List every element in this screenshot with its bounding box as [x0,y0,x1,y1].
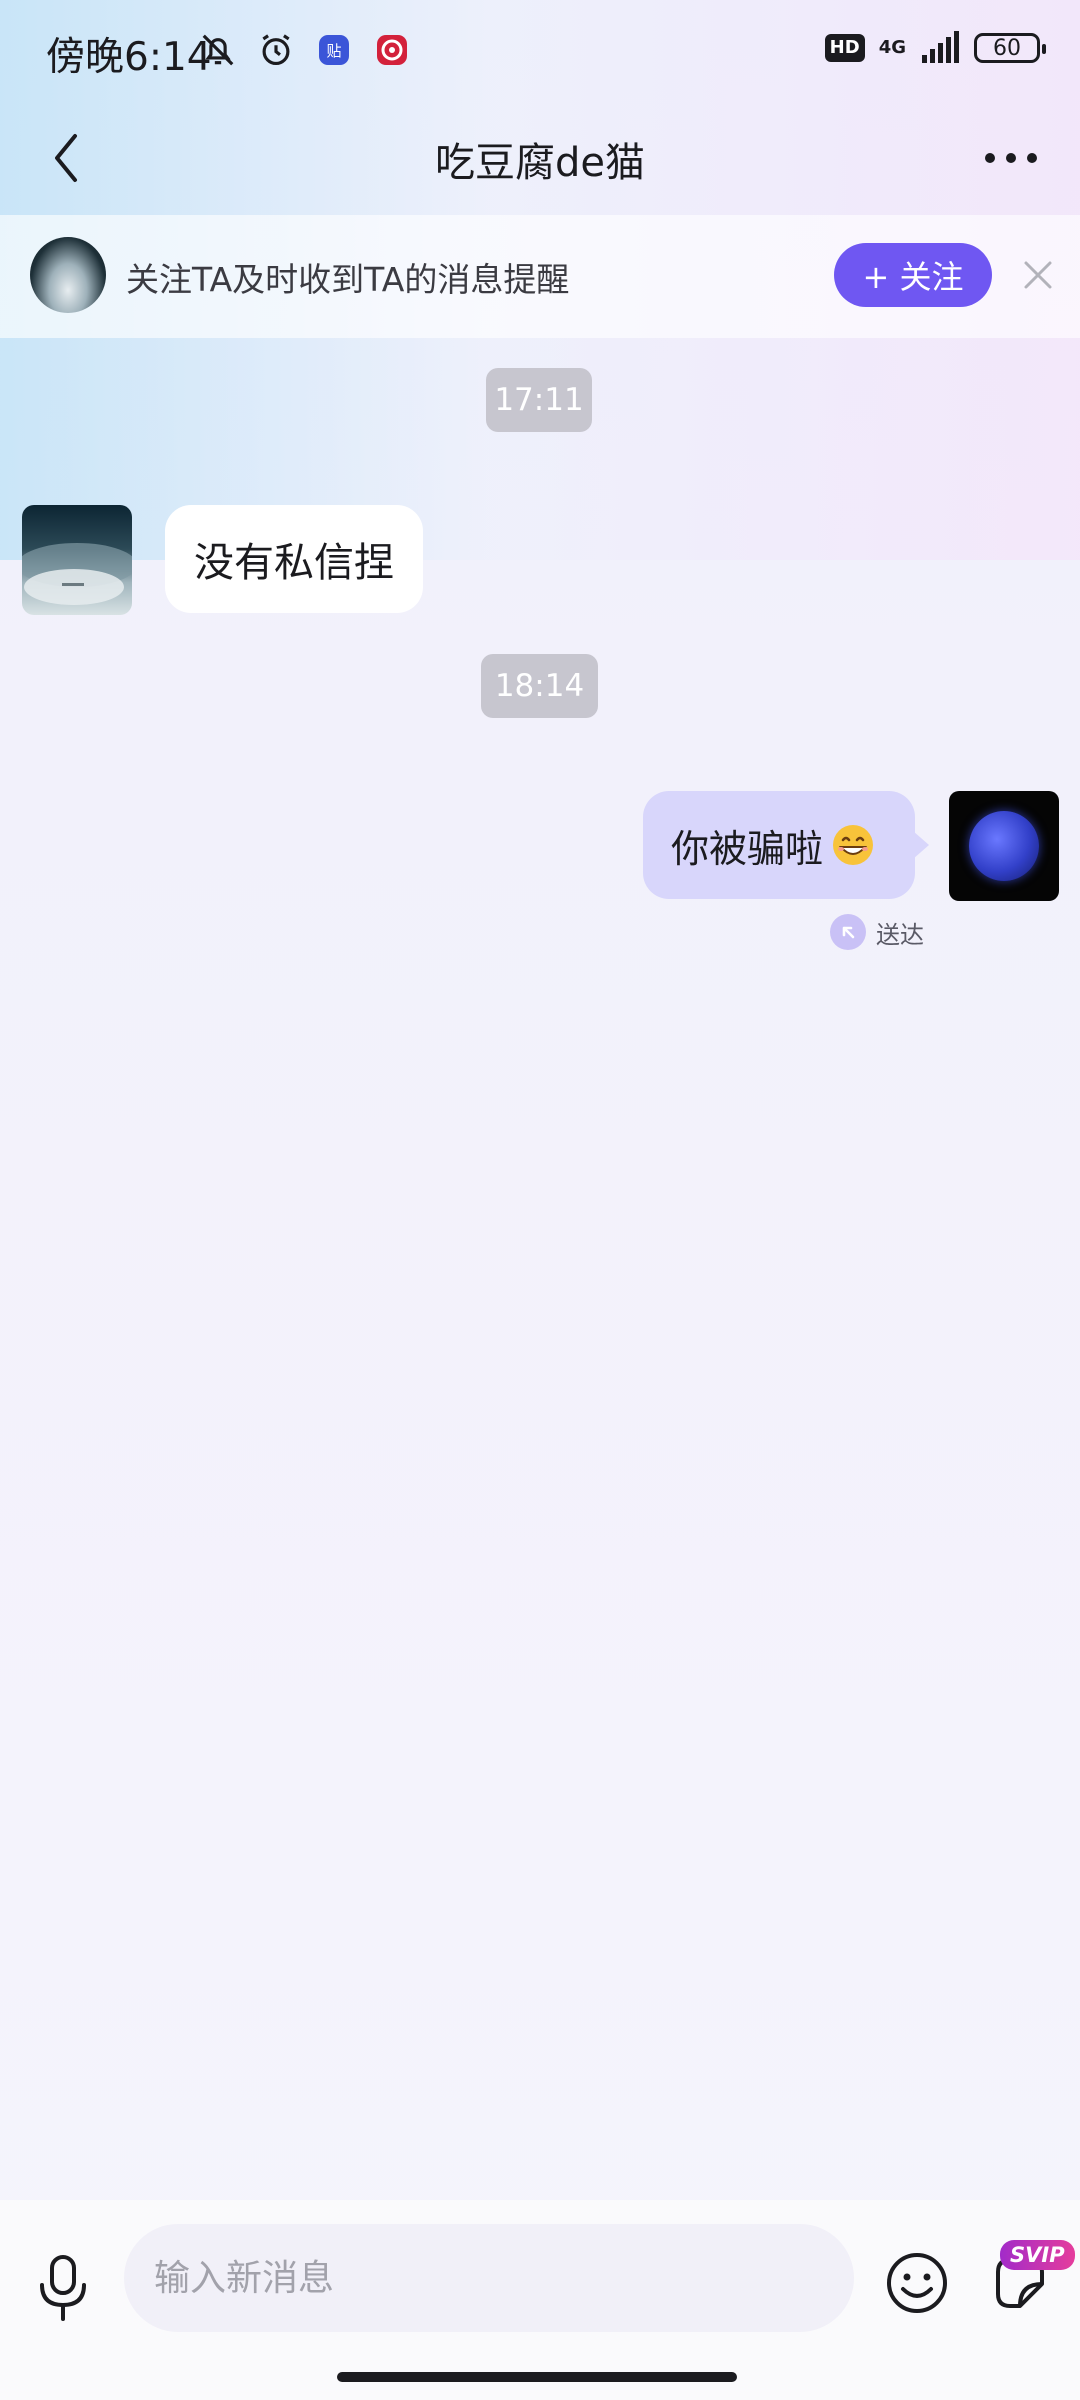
avatar[interactable] [30,237,106,313]
time-divider: 17:11 [486,368,592,432]
tieba-icon: 贴 [314,30,354,70]
page-title: 吃豆腐de猫 [435,140,645,186]
planet-image-icon [969,811,1039,881]
arrow-up-left-icon [830,914,866,950]
home-indicator[interactable] [337,2372,737,2382]
status-time: 傍晚6:14 [46,35,212,80]
incoming-message[interactable]: 没有私信捏 [165,505,423,613]
app-icon [372,30,412,70]
grinning-emoji-icon [833,825,874,865]
outgoing-message[interactable]: 你被骗啦 [643,791,929,899]
battery-icon: 60 [974,33,1046,63]
smiley-icon [887,2253,947,2313]
status-bar: 傍晚6:14 贴 HD 4G 60 [0,0,1080,108]
delivery-status: 送达 [830,914,924,950]
bell-muted-icon [198,30,238,70]
contact-avatar[interactable] [22,505,132,615]
svip-badge: SVIP [1000,2240,1075,2270]
chat-header: 吃豆腐de猫 [0,108,1080,208]
svg-text:贴: 贴 [326,42,341,60]
close-icon [1024,261,1052,289]
microphone-icon [40,2255,86,2321]
cloud-image-icon [22,543,132,605]
follow-hint-text: 关注TA及时收到TA的消息提醒 [126,260,570,299]
hd-badge: HD [824,34,865,62]
status-icons: 贴 [198,30,412,70]
time-divider: 18:14 [481,654,598,718]
follow-banner: 关注TA及时收到TA的消息提醒 + 关注 [0,215,1080,338]
message-input[interactable] [124,2224,854,2332]
alarm-icon [256,30,296,70]
more-dots-icon [985,153,1037,163]
input-bar [0,2200,1080,2400]
network-type: 4G [878,37,906,58]
more-button[interactable] [976,138,1046,178]
close-banner-button[interactable] [1018,255,1058,295]
follow-button[interactable]: + 关注 [834,243,992,307]
outgoing-message-text: 你被骗啦 [671,826,824,871]
emoji-button[interactable] [884,2250,950,2316]
my-avatar[interactable] [949,791,1059,901]
delivery-status-text: 送达 [876,920,924,949]
status-right: HD 4G 60 [824,28,1046,68]
signal-icon [920,28,960,68]
voice-button[interactable] [28,2250,98,2326]
